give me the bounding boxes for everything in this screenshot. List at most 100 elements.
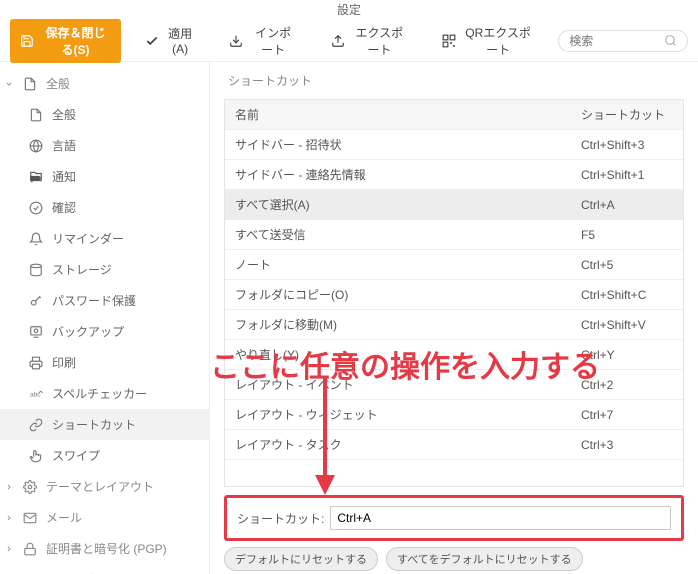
sidebar-item-確認[interactable]: 確認 <box>0 192 209 223</box>
reset-button[interactable]: デフォルトにリセットする <box>224 547 378 571</box>
download-icon <box>229 34 243 48</box>
sidebar-item-全般[interactable]: 全般 <box>0 99 209 130</box>
sidebar-section-カレンダー[interactable]: カレンダー <box>0 564 209 574</box>
sidebar-item-スペルチェッカー[interactable]: abcスペルチェッカー <box>0 378 209 409</box>
export-button[interactable]: エクスポート <box>321 19 418 63</box>
doc-icon <box>28 107 44 123</box>
search-box[interactable] <box>558 30 688 52</box>
table-row[interactable]: フォルダに移動(M)Ctrl+Shift+V <box>225 310 683 340</box>
cell-name: すべて送受信 <box>225 220 573 249</box>
cell-name: ノート <box>225 250 573 279</box>
cell-name: フォルダに移動(M) <box>225 310 573 339</box>
sidebar-item-label: ショートカット <box>52 416 136 433</box>
apply-label: 適用(A) <box>165 25 196 56</box>
chevron-right-icon <box>4 482 14 492</box>
sidebar-section-全般[interactable]: 全般 <box>0 68 209 99</box>
cell-name: フォルダにコピー(O) <box>225 280 573 309</box>
export-label: エクスポート <box>351 24 408 58</box>
cell-name: すべて選択(A) <box>225 190 573 219</box>
sidebar-item-通知[interactable]: 通知 <box>0 161 209 192</box>
lock-icon <box>22 541 38 557</box>
sidebar-item-印刷[interactable]: 印刷 <box>0 347 209 378</box>
sidebar-item-label: パスワード保護 <box>52 292 136 309</box>
mail-icon <box>22 510 38 526</box>
chevron-right-icon <box>4 544 14 554</box>
shortcut-input[interactable] <box>330 506 671 530</box>
search-icon <box>664 34 677 47</box>
chevron-down-icon <box>4 79 14 89</box>
key-icon <box>28 293 44 309</box>
section-label: 全般 <box>46 75 70 92</box>
sidebar-item-パスワード保護[interactable]: パスワード保護 <box>0 285 209 316</box>
table-row[interactable]: フォルダにコピー(O)Ctrl+Shift+C <box>225 280 683 310</box>
sidebar-section-証明書と暗号化 (PGP)[interactable]: 証明書と暗号化 (PGP) <box>0 533 209 564</box>
table-row[interactable]: すべて送受信F5 <box>225 220 683 250</box>
sidebar-item-label: 通知 <box>52 168 76 185</box>
cell-name: レイアウト - タスク <box>225 430 573 459</box>
reset-all-button[interactable]: すべてをデフォルトにリセットする <box>386 547 583 571</box>
cell-shortcut: Ctrl+3 <box>573 432 683 458</box>
table-row[interactable]: レイアウト - イベントCtrl+2 <box>225 370 683 400</box>
sidebar-item-label: 印刷 <box>52 354 76 371</box>
chevron-right-icon <box>4 513 14 523</box>
cell-name: サイドバー - 招待状 <box>225 130 573 159</box>
apply-button[interactable]: 適用(A) <box>135 20 206 61</box>
qrexport-button[interactable]: QRエクスポート <box>432 19 544 63</box>
save-label: 保存＆閉じる(S) <box>40 24 111 58</box>
table-row[interactable]: サイドバー - 連絡先情報Ctrl+Shift+1 <box>225 160 683 190</box>
main-panel: ショートカット 名前 ショートカット サイドバー - 招待状Ctrl+Shift… <box>210 62 698 574</box>
sidebar-item-label: バックアップ <box>52 323 124 340</box>
toolbar: 保存＆閉じる(S) 適用(A) インポート エクスポート QRエクスポート <box>0 20 698 62</box>
sidebar-section-メール[interactable]: メール <box>0 502 209 533</box>
table-row[interactable]: やり直し(Y)Ctrl+Y <box>225 340 683 370</box>
qrexport-label: QRエクスポート <box>462 24 534 58</box>
abc-icon: abc <box>28 386 44 402</box>
qr-icon <box>442 34 456 48</box>
sidebar-item-リマインダー[interactable]: リマインダー <box>0 223 209 254</box>
table-row[interactable]: サイドバー - 招待状Ctrl+Shift+3 <box>225 130 683 160</box>
footer-buttons: デフォルトにリセットする すべてをデフォルトにリセットする <box>224 547 684 571</box>
sidebar-item-スワイプ[interactable]: スワイプ <box>0 440 209 471</box>
save-icon <box>20 34 34 48</box>
table-row[interactable]: すべて選択(A)Ctrl+A <box>225 190 683 220</box>
col-name: 名前 <box>225 100 573 129</box>
table-row[interactable]: レイアウト - ウィジェットCtrl+7 <box>225 400 683 430</box>
col-shortcut: ショートカット <box>573 100 683 129</box>
gear-icon <box>22 479 38 495</box>
cell-shortcut: Ctrl+5 <box>573 252 683 278</box>
table-row[interactable]: ノートCtrl+5 <box>225 250 683 280</box>
cell-name: レイアウト - イベント <box>225 370 573 399</box>
cell-name: やり直し(Y) <box>225 340 573 369</box>
backup-icon <box>28 324 44 340</box>
section-label: 証明書と暗号化 (PGP) <box>46 540 167 557</box>
import-button[interactable]: インポート <box>219 19 306 63</box>
cell-shortcut: F5 <box>573 222 683 248</box>
cell-shortcut: Ctrl+2 <box>573 372 683 398</box>
globe-icon <box>28 138 44 154</box>
link-icon <box>28 417 44 433</box>
cell-shortcut: Ctrl+Y <box>573 342 683 368</box>
sidebar-section-テーマとレイアウト[interactable]: テーマとレイアウト <box>0 471 209 502</box>
sidebar-item-バックアップ[interactable]: バックアップ <box>0 316 209 347</box>
section-title: ショートカット <box>224 72 684 89</box>
sidebar-item-ストレージ[interactable]: ストレージ <box>0 254 209 285</box>
table-header: 名前 ショートカット <box>225 100 683 130</box>
import-label: インポート <box>249 24 296 58</box>
cell-shortcut: Ctrl+Shift+1 <box>573 162 683 188</box>
sidebar-item-言語[interactable]: 言語 <box>0 130 209 161</box>
printer-icon <box>28 355 44 371</box>
search-input[interactable] <box>569 34 664 48</box>
cell-shortcut: Ctrl+Shift+C <box>573 282 683 308</box>
disk-icon <box>28 262 44 278</box>
sidebar-item-label: スワイプ <box>52 447 100 464</box>
speech-icon <box>28 169 44 185</box>
shortcuts-table: 名前 ショートカット サイドバー - 招待状Ctrl+Shift+3サイドバー … <box>224 99 684 487</box>
doc-icon <box>22 76 38 92</box>
sidebar-item-label: 全般 <box>52 106 76 123</box>
save-close-button[interactable]: 保存＆閉じる(S) <box>10 19 121 63</box>
table-row[interactable]: レイアウト - タスクCtrl+3 <box>225 430 683 460</box>
sidebar-item-ショートカット[interactable]: ショートカット <box>0 409 209 440</box>
check-icon <box>145 34 159 48</box>
upload-icon <box>331 34 345 48</box>
check-circle-icon <box>28 200 44 216</box>
